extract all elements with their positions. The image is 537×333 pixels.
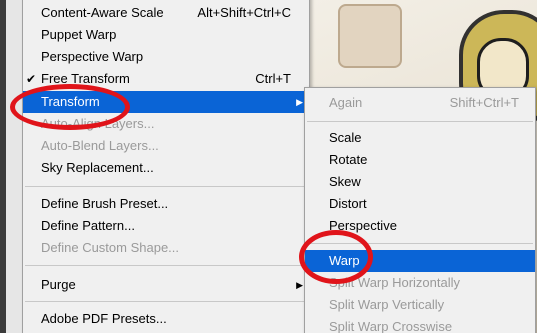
menu-item-perspective-warp[interactable]: Perspective Warp xyxy=(23,46,309,68)
menu-item-label: Perspective xyxy=(329,218,397,233)
submenu-item-perspective[interactable]: Perspective xyxy=(305,215,535,237)
menu-item-label: Perspective Warp xyxy=(41,49,144,64)
menu-item-label: Purge xyxy=(41,277,76,292)
menu-item-label: Define Pattern... xyxy=(41,218,135,233)
menu-separator xyxy=(25,265,307,266)
toolbar-edge xyxy=(0,0,6,333)
menu-item-label: Split Warp Crosswise xyxy=(329,319,453,333)
menu-item-label: Distort xyxy=(329,196,367,211)
menu-item-label: Rotate xyxy=(329,152,368,167)
menu-item-label: Warp xyxy=(329,253,360,268)
menu-item-label: Split Warp Horizontally xyxy=(329,275,461,290)
screenshot-stage: Content-Aware Scale Alt+Shift+Ctrl+C Pup… xyxy=(0,0,537,333)
submenu-item-split-warp-vertically[interactable]: Split Warp Vertically xyxy=(305,294,535,316)
menu-item-label: Again xyxy=(329,95,363,110)
edit-menu: Content-Aware Scale Alt+Shift+Ctrl+C Pup… xyxy=(22,0,310,333)
menu-item-auto-blend-layers[interactable]: Auto-Blend Layers... xyxy=(23,135,309,157)
menu-item-label: Sky Replacement... xyxy=(41,160,154,175)
menu-item-define-custom-shape[interactable]: Define Custom Shape... xyxy=(23,237,309,259)
menu-item-shortcut: Alt+Shift+Ctrl+C xyxy=(197,5,291,20)
submenu-item-split-warp-crosswise[interactable]: Split Warp Crosswise xyxy=(305,316,535,333)
menu-item-label: Skew xyxy=(329,174,361,189)
checkmark-icon: ✔ xyxy=(26,72,37,86)
menu-item-label: Auto-Blend Layers... xyxy=(41,138,159,153)
menu-separator xyxy=(25,186,307,187)
menu-item-label: Scale xyxy=(329,130,362,145)
menu-separator xyxy=(307,121,533,122)
transform-submenu: Again Shift+Ctrl+T Scale Rotate Skew Dis… xyxy=(304,87,536,333)
submenu-item-rotate[interactable]: Rotate xyxy=(305,149,535,171)
menu-item-label: Define Brush Preset... xyxy=(41,196,169,211)
menu-item-define-pattern[interactable]: Define Pattern... xyxy=(23,215,309,237)
menu-item-shortcut: Shift+Ctrl+T xyxy=(449,95,519,110)
menu-item-shortcut: Ctrl+T xyxy=(255,71,291,86)
menu-item-puppet-warp[interactable]: Puppet Warp xyxy=(23,24,309,46)
menu-item-label: Adobe PDF Presets... xyxy=(41,311,167,326)
menu-item-free-transform[interactable]: ✔ Free Transform Ctrl+T xyxy=(23,68,309,90)
menu-item-label: Split Warp Vertically xyxy=(329,297,445,312)
menu-item-transform[interactable]: Transform ▶ xyxy=(23,91,309,113)
menu-separator xyxy=(25,301,307,302)
submenu-arrow-icon: ▶ xyxy=(296,280,303,290)
submenu-item-again[interactable]: Again Shift+Ctrl+T xyxy=(305,92,535,114)
menu-item-auto-align-layers[interactable]: Auto-Align Layers... xyxy=(23,113,309,135)
menu-item-label: Define Custom Shape... xyxy=(41,240,180,255)
menu-item-label: Puppet Warp xyxy=(41,27,117,42)
submenu-item-split-warp-horizontally[interactable]: Split Warp Horizontally xyxy=(305,272,535,294)
submenu-item-scale[interactable]: Scale xyxy=(305,127,535,149)
submenu-item-distort[interactable]: Distort xyxy=(305,193,535,215)
menu-item-content-aware-scale[interactable]: Content-Aware Scale Alt+Shift+Ctrl+C xyxy=(23,2,309,24)
submenu-arrow-icon: ▶ xyxy=(296,97,303,107)
canvas-artwork xyxy=(338,4,402,68)
menu-item-label: Transform xyxy=(41,94,100,109)
menu-item-purge[interactable]: Purge ▶ xyxy=(23,274,309,296)
menu-item-adobe-pdf-presets[interactable]: Adobe PDF Presets... xyxy=(23,308,309,330)
submenu-item-skew[interactable]: Skew xyxy=(305,171,535,193)
menu-item-sky-replacement[interactable]: Sky Replacement... xyxy=(23,157,309,179)
menu-item-label: Auto-Align Layers... xyxy=(41,116,155,131)
menu-item-label: Free Transform xyxy=(41,71,130,86)
submenu-item-warp[interactable]: Warp xyxy=(305,250,535,272)
menu-item-label: Content-Aware Scale xyxy=(41,5,164,20)
menu-item-define-brush-preset[interactable]: Define Brush Preset... xyxy=(23,193,309,215)
menu-separator xyxy=(307,243,533,244)
